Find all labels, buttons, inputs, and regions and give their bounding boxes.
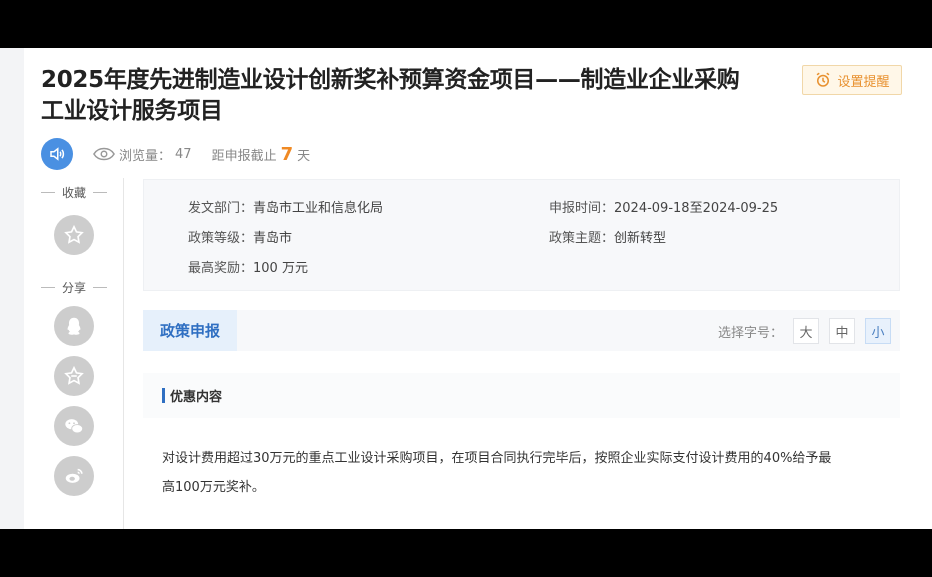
collect-label: 收藏 xyxy=(41,184,107,201)
benefit-line-1: 对设计费用超过30万元的重点工业设计采购项目，在项目合同执行完毕后，按照企业实际… xyxy=(162,451,832,466)
benefit-content: 对设计费用超过30万元的重点工业设计采购项目，在项目合同执行完毕后，按照企业实际… xyxy=(162,444,887,502)
wechat-icon xyxy=(65,419,84,434)
deadline-countdown: 距申报截止 7 天 xyxy=(212,144,311,165)
policy-level-value: 青岛市 xyxy=(253,231,293,246)
share-label: 分享 xyxy=(41,279,107,296)
set-reminder-button[interactable]: 设置提醒 xyxy=(802,65,902,95)
section-title: 优惠内容 xyxy=(170,390,223,405)
application-period-value: 2024-09-18至2024-09-25 xyxy=(614,201,779,216)
policy-detail-page: 2025年度先进制造业设计创新奖补预算资金项目——制造业企业采购工业设计服务项目… xyxy=(24,48,932,529)
issuing-department-label: 发文部门： xyxy=(188,201,254,216)
policy-theme-label: 政策主题： xyxy=(549,231,615,246)
section-header: 优惠内容 xyxy=(143,373,900,418)
font-size-medium-button[interactable]: 中 xyxy=(829,318,855,344)
sidebar-divider xyxy=(123,178,124,529)
application-period: 申报时间：2024-09-18至2024-09-25 xyxy=(549,197,778,216)
weibo-icon xyxy=(65,468,83,483)
deadline-prefix: 距申报截止 xyxy=(211,148,277,164)
eye-icon xyxy=(93,147,115,161)
policy-level: 政策等级：青岛市 xyxy=(188,227,292,246)
section-accent-bar xyxy=(162,388,165,403)
policy-info-box: 发文部门：青岛市工业和信息化局 申报时间：2024-09-18至2024-09-… xyxy=(143,179,900,291)
benefit-line-2: 高100万元奖补。 xyxy=(162,480,265,495)
set-reminder-label: 设置提醒 xyxy=(837,74,890,90)
collect-button[interactable] xyxy=(54,215,94,255)
share-wechat-button[interactable] xyxy=(54,406,94,446)
issuing-department-value: 青岛市工业和信息化局 xyxy=(253,201,384,216)
qq-icon xyxy=(67,317,81,335)
max-reward-label: 最高奖励： xyxy=(188,261,254,276)
policy-theme: 政策主题：创新转型 xyxy=(549,227,666,246)
max-reward: 最高奖励：100 万元 xyxy=(188,257,308,276)
read-aloud-button[interactable] xyxy=(41,138,73,170)
application-period-label: 申报时间： xyxy=(549,201,615,216)
viewport: 2025年度先进制造业设计创新奖补预算资金项目——制造业企业采购工业设计服务项目… xyxy=(0,48,932,529)
font-size-selector: 选择字号： 大 中 小 xyxy=(718,318,891,344)
view-count: 浏览量： 47 xyxy=(93,145,192,164)
alarm-clock-icon xyxy=(817,72,830,87)
share-favorite-button[interactable] xyxy=(54,356,94,396)
view-count-label: 浏览量： xyxy=(119,148,172,164)
favorite-icon xyxy=(64,365,84,385)
font-size-small-button[interactable]: 小 xyxy=(865,318,891,344)
deadline-suffix: 天 xyxy=(297,148,311,164)
font-size-large-button[interactable]: 大 xyxy=(793,318,819,344)
font-size-label: 选择字号： xyxy=(717,325,783,341)
tab-policy-application[interactable]: 政策申报 xyxy=(143,310,237,351)
policy-level-label: 政策等级： xyxy=(188,231,254,246)
issuing-department: 发文部门：青岛市工业和信息化局 xyxy=(188,197,383,216)
tab-bar: 政策申报 选择字号： 大 中 小 xyxy=(143,310,900,351)
share-sidebar: 收藏 分享 xyxy=(41,178,123,529)
meta-row: 浏览量： 47 距申报截止 7 天 xyxy=(41,138,310,170)
star-icon xyxy=(64,224,84,244)
view-count-value: 47 xyxy=(175,146,192,162)
share-qq-button[interactable] xyxy=(54,306,94,346)
deadline-days: 7 xyxy=(280,143,294,165)
share-weibo-button[interactable] xyxy=(54,456,94,496)
page-title: 2025年度先进制造业设计创新奖补预算资金项目——制造业企业采购工业设计服务项目 xyxy=(41,67,740,124)
speaker-icon xyxy=(50,147,65,161)
policy-theme-value: 创新转型 xyxy=(614,231,667,246)
max-reward-value: 100 万元 xyxy=(253,261,308,276)
